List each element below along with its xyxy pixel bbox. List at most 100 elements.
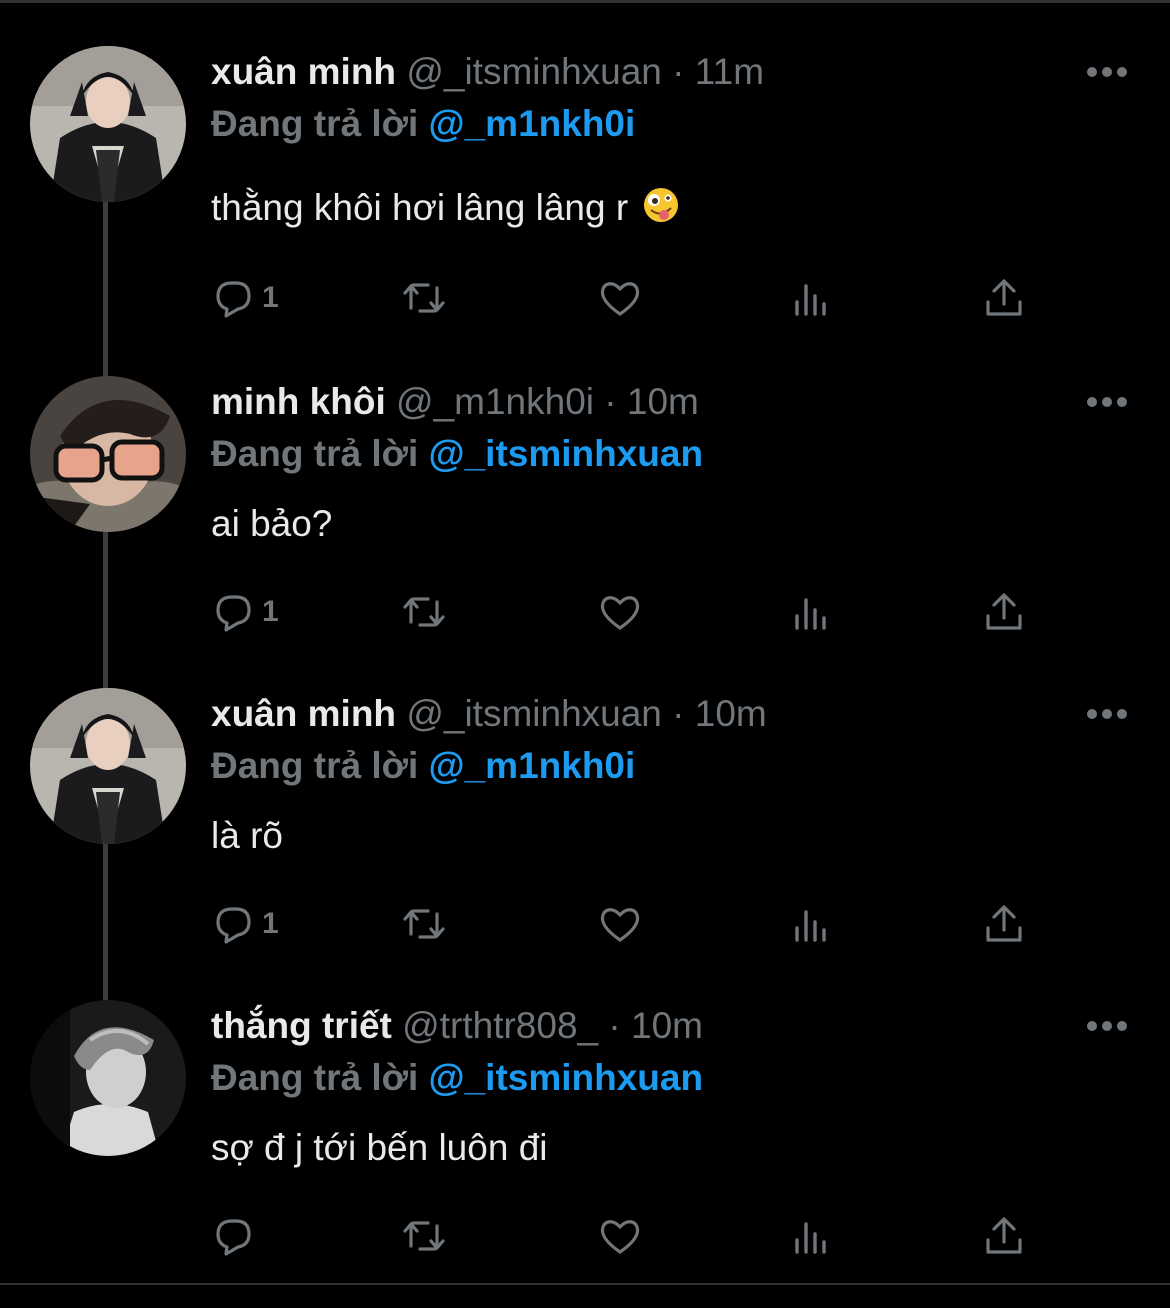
display-name[interactable]: xuân minh (211, 51, 396, 92)
replying-to: Đang trả lời @_itsminhxuan (211, 432, 703, 476)
more-icon[interactable] (1086, 66, 1128, 78)
tweet-text: là rõ (211, 812, 283, 860)
replying-to-label: Đang trả lời (211, 103, 419, 144)
views-button[interactable] (788, 900, 836, 948)
retweet-button[interactable] (400, 588, 448, 636)
reply-button[interactable]: 1 (210, 900, 279, 948)
reply-button[interactable]: 1 (210, 588, 279, 636)
avatar[interactable] (30, 1000, 186, 1156)
retweet-icon (403, 597, 445, 627)
views-button[interactable] (788, 1212, 836, 1260)
reply-icon (216, 907, 251, 944)
like-button[interactable] (596, 274, 644, 322)
retweet-button[interactable] (400, 900, 448, 948)
views-icon (795, 598, 826, 630)
avatar[interactable] (30, 376, 186, 532)
tweet-text-content: là rõ (211, 815, 283, 856)
zany-face-emoji (644, 188, 679, 222)
reply-mention-link[interactable]: @_itsminhxuan (429, 1057, 704, 1098)
like-button[interactable] (596, 588, 644, 636)
share-button[interactable] (980, 1212, 1028, 1260)
reply-icon (216, 1219, 251, 1256)
heart-icon (600, 1220, 640, 1254)
reply-icon (216, 595, 251, 632)
share-button[interactable] (980, 588, 1028, 636)
reply-mention-link[interactable]: @_itsminhxuan (429, 433, 704, 474)
separator: · (672, 51, 685, 92)
reply-count: 1 (262, 281, 279, 314)
views-button[interactable] (788, 274, 836, 322)
timestamp[interactable]: 10m (695, 693, 767, 734)
tweet-actions: 1 (210, 588, 1040, 636)
avatar[interactable] (30, 46, 186, 202)
replying-to-label: Đang trả lời (211, 1057, 419, 1098)
timestamp[interactable]: 11m (695, 51, 764, 92)
tweet-header: xuân minh @_itsminhxuan · 11m (211, 50, 764, 94)
separator: · (604, 381, 617, 422)
like-button[interactable] (596, 900, 644, 948)
bottom-divider (0, 1283, 1170, 1285)
more-icon[interactable] (1086, 396, 1128, 408)
tweet-text: sợ đ j tới bến luôn đi (211, 1124, 548, 1172)
share-icon (986, 279, 1022, 316)
reply-mention-link[interactable]: @_m1nkh0i (429, 103, 636, 144)
share-icon (986, 593, 1022, 630)
like-button[interactable] (596, 1212, 644, 1260)
user-handle[interactable]: @_itsminhxuan (406, 51, 662, 92)
tweet-header: thắng triết @trthtr808_ · 10m (211, 1004, 703, 1048)
tweet-actions: 1 (210, 900, 1040, 948)
retweet-button[interactable] (400, 1212, 448, 1260)
replying-to-label: Đang trả lời (211, 745, 419, 786)
tweet-text-content: sợ đ j tới bến luôn đi (211, 1127, 548, 1168)
tweet[interactable]: xuân minh @_itsminhxuan · 11m Đang trả l… (0, 42, 1170, 354)
share-icon (986, 905, 1022, 942)
display-name[interactable]: xuân minh (211, 693, 396, 734)
user-handle[interactable]: @trthtr808_ (402, 1005, 598, 1046)
tweet-actions (210, 1212, 1040, 1260)
tweet-actions: 1 (210, 274, 1040, 322)
share-icon (986, 1217, 1022, 1254)
views-icon (795, 910, 826, 942)
retweet-icon (403, 283, 445, 313)
reply-button[interactable]: 1 (210, 274, 279, 322)
tweet-text-content: thằng khôi hơi lâng lâng r (211, 187, 629, 228)
top-divider (0, 0, 1170, 3)
tweet[interactable]: xuân minh @_itsminhxuan · 10m Đang trả l… (0, 684, 1170, 996)
tweet[interactable]: minh khôi @_m1nkh0i · 10m Đang trả lời @… (0, 372, 1170, 684)
tweet-text: ai bảo? (211, 500, 332, 548)
replying-to: Đang trả lời @_m1nkh0i (211, 102, 635, 146)
tweet-text: thằng khôi hơi lâng lâng r (211, 184, 680, 232)
retweet-button[interactable] (400, 274, 448, 322)
user-handle[interactable]: @_itsminhxuan (406, 693, 662, 734)
reply-count: 1 (262, 595, 279, 628)
retweet-icon (403, 1221, 445, 1251)
more-icon[interactable] (1086, 708, 1128, 720)
views-button[interactable] (788, 588, 836, 636)
separator: · (672, 693, 685, 734)
views-icon (795, 1222, 826, 1254)
display-name[interactable]: thắng triết (211, 1005, 392, 1046)
heart-icon (600, 908, 640, 942)
tweet-header: xuân minh @_itsminhxuan · 10m (211, 692, 767, 736)
share-button[interactable] (980, 900, 1028, 948)
tweet[interactable]: thắng triết @trthtr808_ · 10m Đang trả l… (0, 996, 1170, 1308)
heart-icon (600, 596, 640, 630)
share-button[interactable] (980, 274, 1028, 322)
separator: · (608, 1005, 621, 1046)
reply-count: 1 (262, 907, 279, 940)
heart-icon (600, 282, 640, 316)
replying-to: Đang trả lời @_itsminhxuan (211, 1056, 703, 1100)
user-handle[interactable]: @_m1nkh0i (396, 381, 594, 422)
more-icon[interactable] (1086, 1020, 1128, 1032)
reply-mention-link[interactable]: @_m1nkh0i (429, 745, 636, 786)
tweet-header: minh khôi @_m1nkh0i · 10m (211, 380, 699, 424)
replying-to: Đang trả lời @_m1nkh0i (211, 744, 635, 788)
reply-button[interactable] (210, 1212, 262, 1260)
replying-to-label: Đang trả lời (211, 433, 419, 474)
timestamp[interactable]: 10m (627, 381, 699, 422)
avatar[interactable] (30, 688, 186, 844)
display-name[interactable]: minh khôi (211, 381, 386, 422)
retweet-icon (403, 909, 445, 939)
timestamp[interactable]: 10m (631, 1005, 703, 1046)
reply-icon (216, 281, 251, 318)
